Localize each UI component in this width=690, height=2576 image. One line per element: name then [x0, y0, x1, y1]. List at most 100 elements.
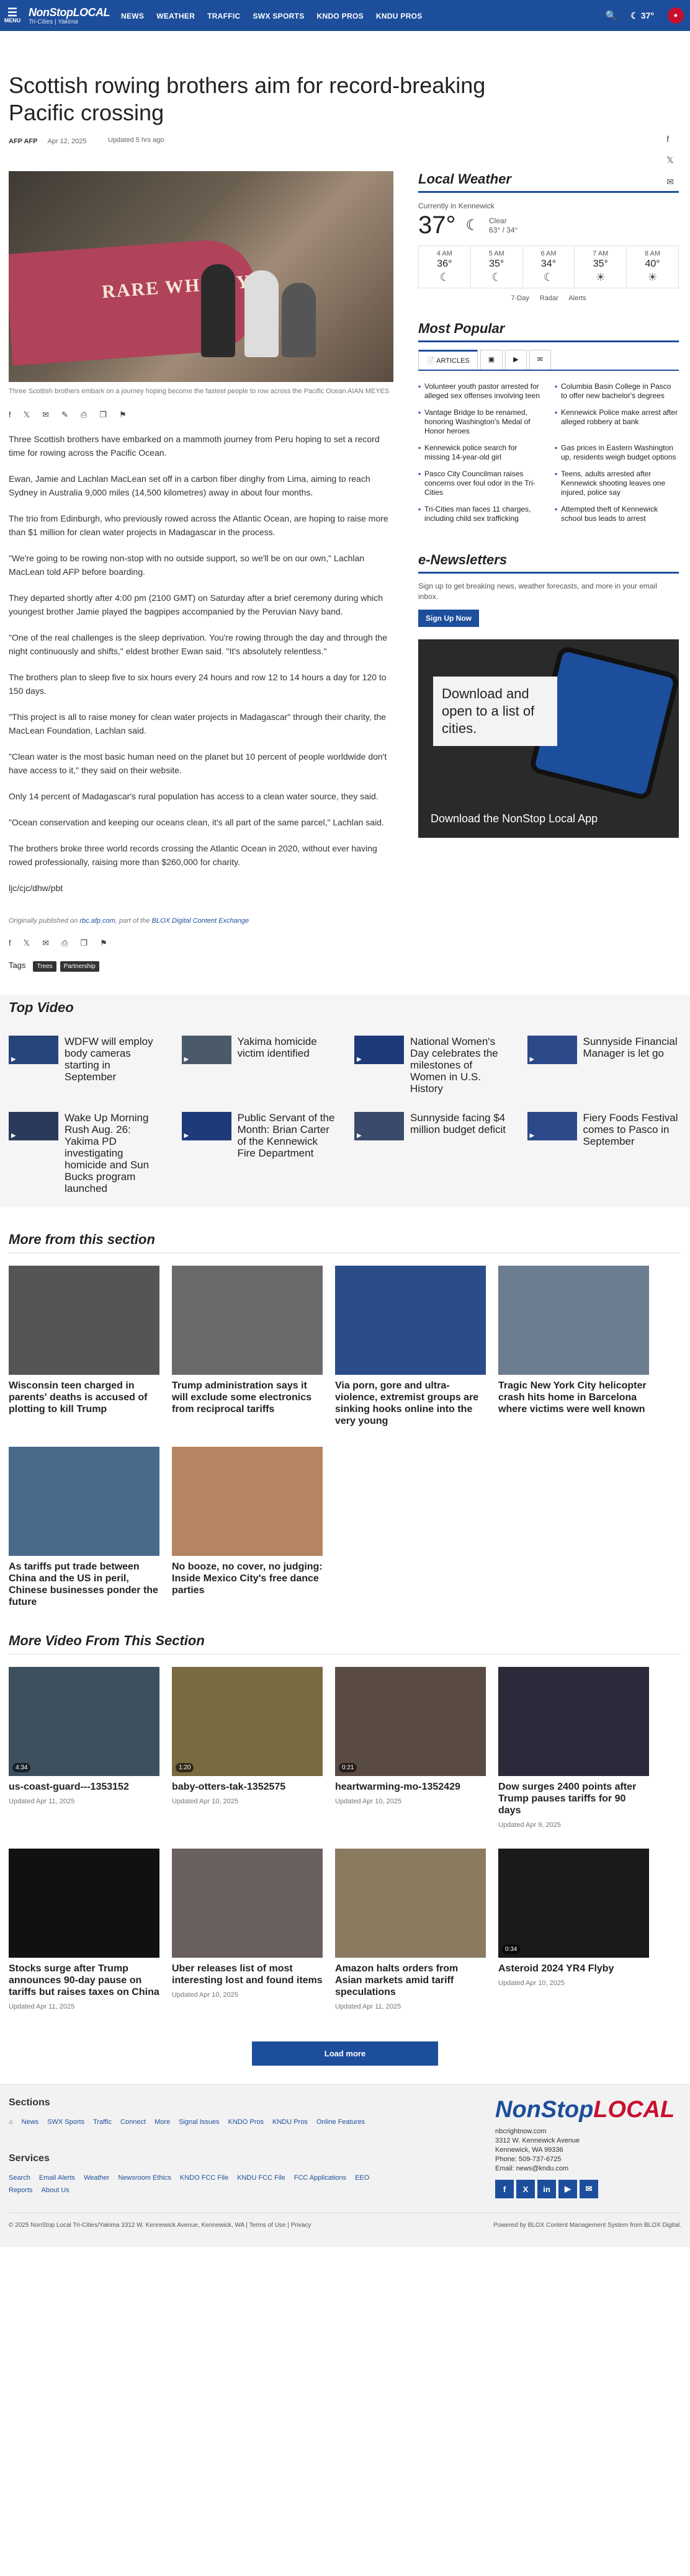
video-item[interactable]: WDFW will employ body cameras starting i… [9, 1036, 163, 1095]
story-image[interactable] [172, 1447, 323, 1556]
video-title[interactable]: National Women's Day celebrates the mile… [410, 1036, 509, 1095]
social-icon[interactable]: in [537, 2180, 556, 2198]
video-thumbnail[interactable] [354, 1036, 404, 1064]
nav-item[interactable]: TRAFFIC [207, 12, 240, 20]
video-title[interactable]: Wake Up Morning Rush Aug. 26: Yakima PD … [65, 1112, 163, 1194]
author[interactable]: AFP AFP [9, 138, 37, 145]
footer-section-link[interactable]: News [22, 2118, 39, 2126]
video-title[interactable]: WDFW will employ body cameras starting i… [65, 1036, 163, 1095]
video-title[interactable]: Yakima homicide victim identified [238, 1036, 336, 1095]
search-icon[interactable]: 🔍 [606, 10, 617, 21]
story-title[interactable]: Uber releases list of most interesting l… [172, 1963, 323, 1986]
story-image[interactable] [9, 1849, 159, 1958]
popular-item[interactable]: Volunteer youth pastor arrested for alle… [418, 378, 542, 404]
video-item[interactable]: Sunnyside Financial Manager is let go [527, 1036, 682, 1095]
footer-service-link[interactable]: About Us [42, 2187, 69, 2194]
popular-item[interactable]: Kennewick police search for missing 14-y… [418, 440, 542, 466]
story-title[interactable]: Tragic New York City helicopter crash hi… [498, 1380, 649, 1415]
footer-service-link[interactable]: FCC Applications [294, 2174, 346, 2182]
nav-item[interactable]: KNDU PROS [376, 12, 423, 20]
signup-button[interactable]: Sign Up Now [418, 610, 479, 627]
story-card[interactable]: Uber releases list of most interesting l… [172, 1849, 323, 2010]
load-more-button[interactable]: Load more [252, 2041, 438, 2066]
copy-icon[interactable]: ❐ [99, 410, 107, 420]
video-item[interactable]: Wake Up Morning Rush Aug. 26: Yakima PD … [9, 1112, 163, 1194]
footer-section-link[interactable]: Signal Issues [179, 2118, 219, 2126]
footer-section-link[interactable]: Connect [120, 2118, 146, 2126]
nav-item[interactable]: KNDO PROS [317, 12, 364, 20]
print-icon[interactable]: ⎙ [81, 410, 87, 420]
story-title[interactable]: Stocks surge after Trump announces 90-da… [9, 1963, 159, 1998]
footer-service-link[interactable]: Search [9, 2174, 30, 2182]
popular-item[interactable]: Kennewick Police make arrest after alleg… [555, 404, 679, 440]
story-card[interactable]: 1:20 baby-otters-tak-1352575 Updated Apr 1… [172, 1667, 323, 1829]
sms-icon[interactable]: ✎ [61, 410, 68, 420]
bookmark-icon[interactable]: ⚑ [119, 410, 127, 420]
story-card[interactable]: Wisconsin teen charged in parents' death… [9, 1266, 159, 1427]
story-card[interactable]: Stocks surge after Trump announces 90-da… [9, 1849, 159, 2010]
social-icon[interactable]: ▶ [558, 2180, 577, 2198]
popular-item[interactable]: Teens, adults arrested after Kennewick s… [555, 466, 679, 501]
popular-item[interactable]: Gas prices in Eastern Washington up, res… [555, 440, 679, 466]
story-image[interactable] [498, 1667, 649, 1776]
footer-service-link[interactable]: KNDU FCC File [237, 2174, 285, 2182]
footer-service-link[interactable]: KNDO FCC File [180, 2174, 228, 2182]
footer-section-link[interactable]: ⌂ [9, 2118, 13, 2126]
story-card[interactable]: 0:34 Asteroid 2024 YR4 Flyby Updated Apr 1… [498, 1849, 649, 2010]
x-icon[interactable]: 𝕏 [24, 938, 30, 948]
footer-section-link[interactable]: More [155, 2118, 170, 2126]
tab-images[interactable]: ▣ [480, 350, 503, 370]
story-image[interactable]: 0:21 [335, 1667, 486, 1776]
tab-comments[interactable]: ✉ [529, 350, 551, 370]
weather-temp-button[interactable]: ☾ 37° [630, 11, 654, 21]
app-advertisement[interactable]: Download and open to a list of cities. D… [418, 639, 679, 838]
blox-link[interactable]: BLOX Digital Content Exchange [152, 917, 249, 925]
story-title[interactable]: Trump administration says it will exclud… [172, 1380, 323, 1415]
popular-item[interactable]: Tri-Cities man faces 11 charges, includi… [418, 501, 542, 527]
story-title[interactable]: Dow surges 2400 points after Trump pause… [498, 1781, 649, 1816]
footer-service-link[interactable]: Weather [84, 2174, 109, 2182]
story-title[interactable]: As tariffs put trade between China and t… [9, 1561, 159, 1608]
nav-item[interactable]: SWX SPORTS [253, 12, 305, 20]
email-icon[interactable]: ✉ [42, 938, 49, 948]
social-icon[interactable]: X [516, 2180, 535, 2198]
weather-link[interactable]: Alerts [568, 295, 586, 302]
social-icon[interactable]: ✉ [580, 2180, 598, 2198]
story-image[interactable] [172, 1849, 323, 1958]
story-title[interactable]: Asteroid 2024 YR4 Flyby [498, 1963, 649, 1974]
story-title[interactable]: heartwarming-mo-1352429 [335, 1781, 486, 1793]
tag-chip[interactable]: Partnership [60, 961, 99, 972]
footer-section-link[interactable]: Traffic [93, 2118, 112, 2126]
footer-section-link[interactable]: KNDU Pros [272, 2118, 308, 2126]
weather-link[interactable]: Radar [540, 295, 558, 302]
video-thumbnail[interactable] [181, 1036, 231, 1064]
popular-item[interactable]: Columbia Basin College in Pasco to offer… [555, 378, 679, 404]
story-image[interactable] [9, 1266, 159, 1375]
popular-item[interactable]: Vantage Bridge to be renamed, honoring W… [418, 404, 542, 440]
email-icon[interactable]: ✉ [666, 177, 674, 187]
video-item[interactable]: National Women's Day celebrates the mile… [354, 1036, 509, 1095]
story-title[interactable]: baby-otters-tak-1352575 [172, 1781, 323, 1793]
story-card[interactable]: 4:34 us-coast-guard---1353152 Updated Apr … [9, 1667, 159, 1829]
story-image[interactable] [172, 1266, 323, 1375]
popular-item[interactable]: Pasco City Councilman raises concerns ov… [418, 466, 542, 501]
story-image[interactable] [335, 1849, 486, 1958]
email-icon[interactable]: ✉ [42, 410, 49, 420]
story-image[interactable] [498, 1266, 649, 1375]
nav-item[interactable]: WEATHER [156, 12, 195, 20]
social-icon[interactable]: f [495, 2180, 514, 2198]
video-item[interactable]: Sunnyside facing $4 million budget defic… [354, 1112, 509, 1194]
facebook-icon[interactable]: f [666, 134, 674, 144]
footer-section-link[interactable]: SWX Sports [47, 2118, 84, 2126]
tab-articles[interactable]: 📄 ARTICLES [418, 350, 478, 370]
story-image[interactable]: 4:34 [9, 1667, 159, 1776]
story-image[interactable] [9, 1447, 159, 1556]
x-icon[interactable]: 𝕏 [666, 155, 674, 166]
origin-link[interactable]: rbc.afp.com [79, 917, 115, 925]
story-card[interactable]: Trump administration says it will exclud… [172, 1266, 323, 1427]
video-thumbnail[interactable] [181, 1112, 231, 1140]
menu-button[interactable]: ☰ MENU [0, 0, 25, 31]
story-card[interactable]: As tariffs put trade between China and t… [9, 1447, 159, 1608]
video-title[interactable]: Fiery Foods Festival comes to Pasco in S… [583, 1112, 682, 1194]
video-title[interactable]: Sunnyside Financial Manager is let go [583, 1036, 682, 1095]
